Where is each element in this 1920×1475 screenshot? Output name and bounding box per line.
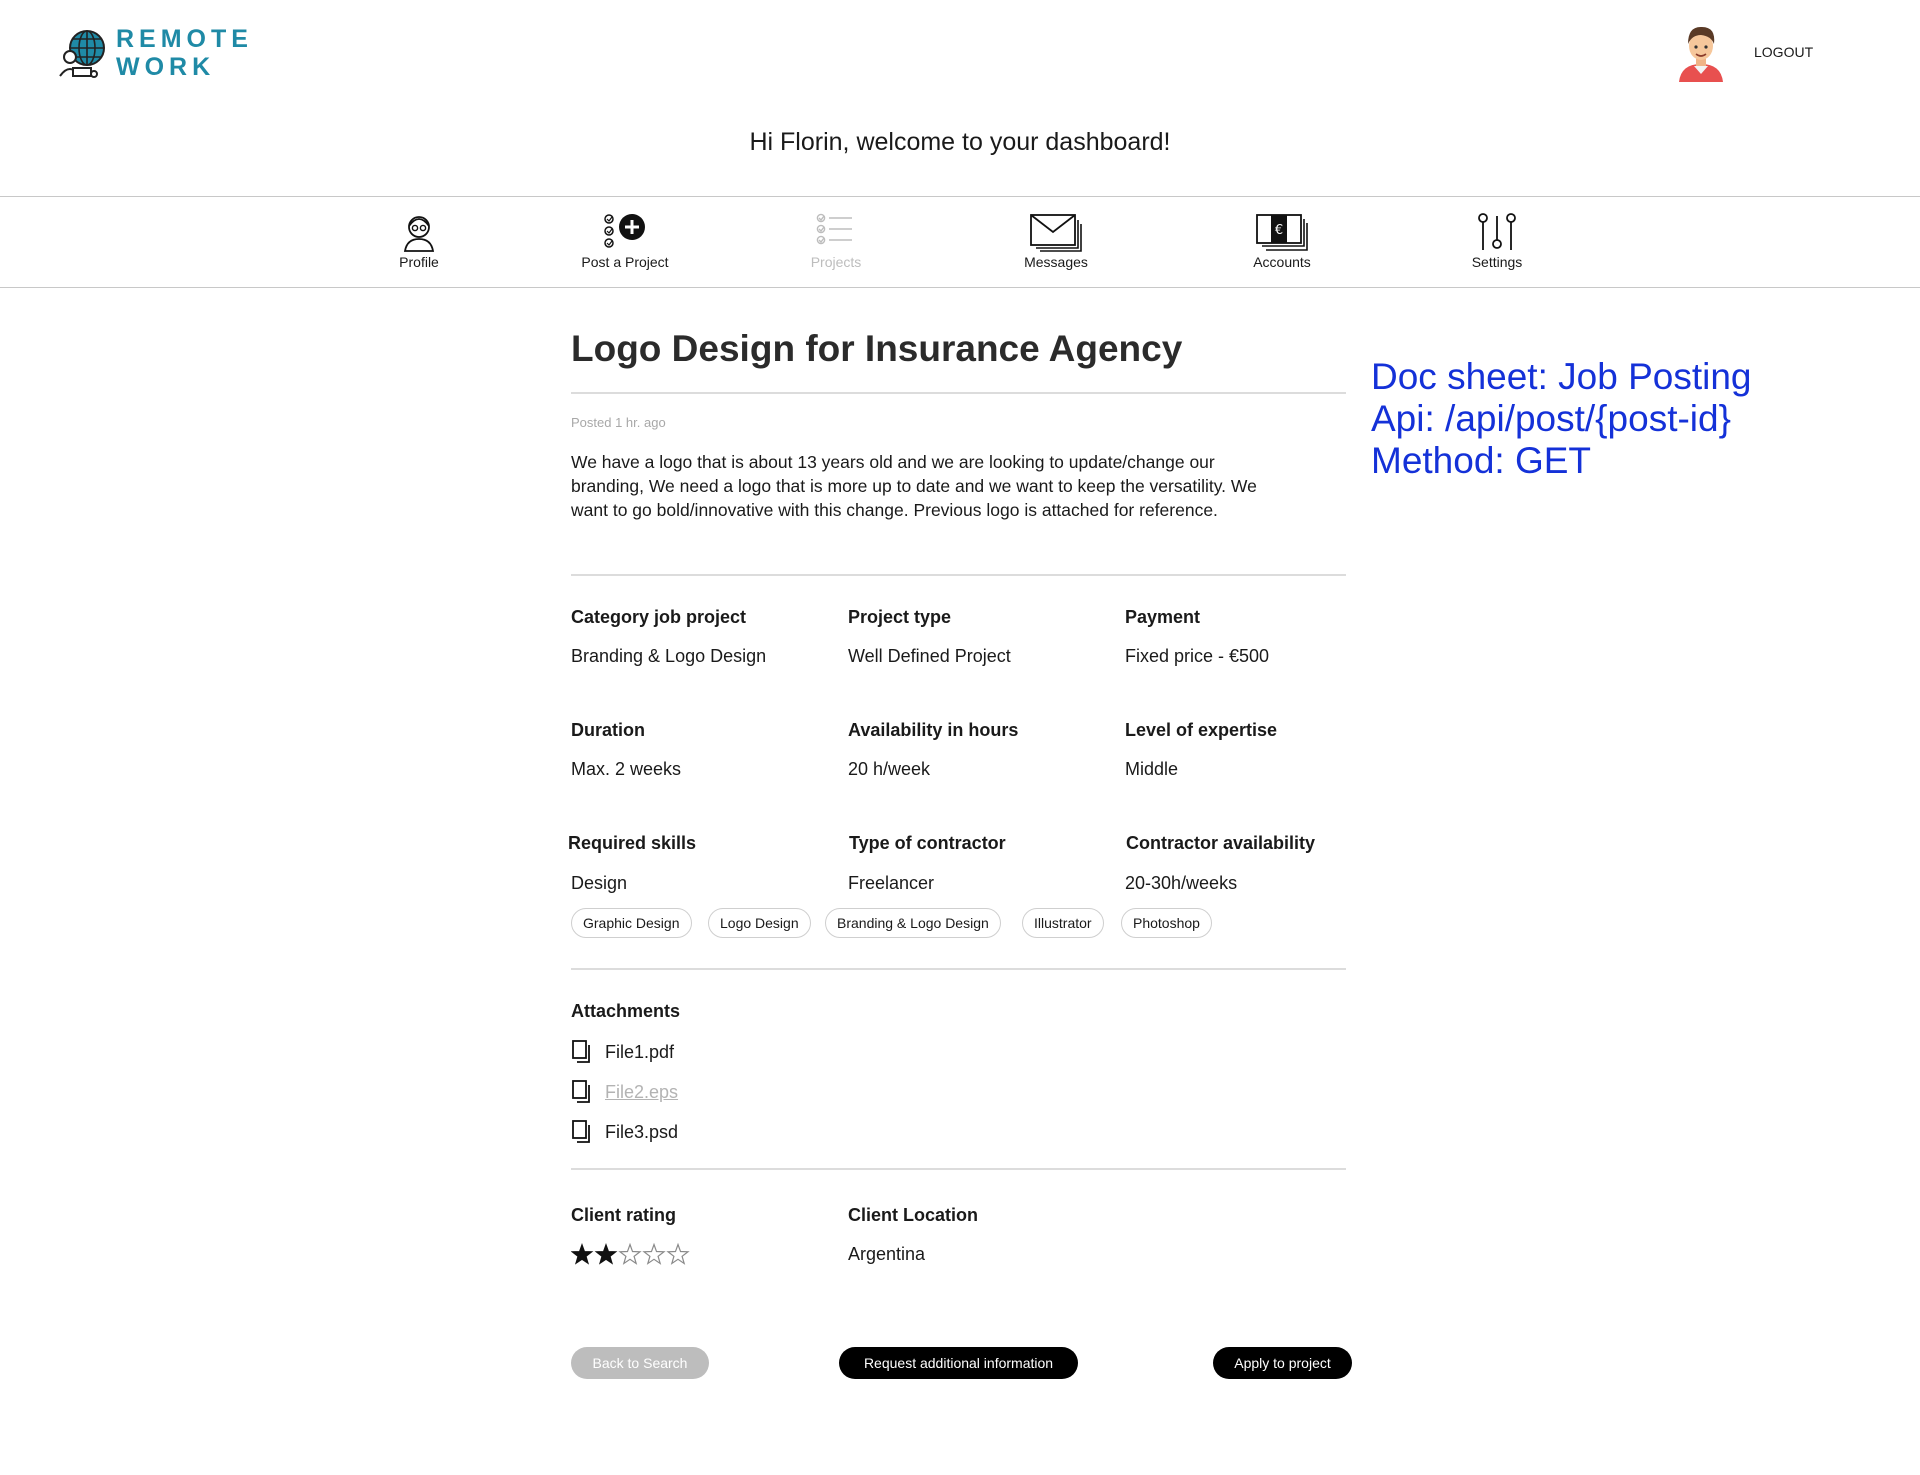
expertise-value: Middle: [1125, 759, 1179, 779]
file-icon: [572, 1080, 590, 1103]
star-icon-filled: [594, 1243, 618, 1265]
contractor-availability-label: Contractor availability: [1126, 833, 1316, 853]
messages-icon: [1030, 214, 1082, 252]
attachment-filename[interactable]: File2.eps: [605, 1080, 678, 1104]
star-icon-filled: [571, 1243, 594, 1265]
star-icon-empty: [666, 1242, 690, 1265]
logo-line-1: REMOTE: [116, 25, 253, 53]
profile-icon: [403, 216, 435, 252]
welcome-message: Hi Florin, welcome to your dashboard!: [749, 128, 1171, 156]
nav-label-profile: Profile: [399, 254, 439, 270]
client-location-label: Client Location: [848, 1205, 978, 1225]
doc-note-sheet: Doc sheet: Job Posting: [1371, 356, 1752, 397]
contractor-availability-value: 20-30h/weeks: [1125, 873, 1238, 893]
logo-line-2: WORK: [116, 53, 216, 81]
nav-label-accounts: Accounts: [1253, 254, 1311, 270]
attachments-label: Attachments: [571, 1001, 681, 1021]
duration-label: Duration: [571, 720, 645, 740]
nav-divider-top: [0, 196, 1920, 197]
star-icon-empty: [642, 1242, 666, 1265]
nav-item-accounts[interactable]: € Accounts: [1212, 212, 1352, 270]
doc-note-api: Api: /api/post/{post-id}: [1371, 398, 1731, 439]
required-skills-value: Design: [571, 873, 628, 893]
payment-value: Fixed price - €500: [1125, 646, 1270, 666]
skill-tag[interactable]: Graphic Design: [571, 908, 692, 938]
job-description: We have a logo that is about 13 years ol…: [571, 452, 1257, 520]
attachment-filename[interactable]: File1.pdf: [605, 1040, 674, 1064]
contractor-type-value: Freelancer: [848, 873, 935, 893]
attachment-item[interactable]: File2.eps: [571, 1080, 771, 1106]
contractor-type-label: Type of contractor: [849, 833, 1006, 853]
divider: [571, 574, 1346, 576]
attachment-filename[interactable]: File3.psd: [605, 1120, 678, 1144]
nav-label-settings: Settings: [1471, 254, 1523, 270]
file-icon: [572, 1120, 590, 1143]
accounts-icon: €: [1256, 214, 1308, 251]
duration-value: Max. 2 weeks: [571, 759, 682, 779]
availability-value: 20 h/week: [848, 759, 931, 779]
category-value: Branding & Logo Design: [571, 646, 767, 666]
request-info-button[interactable]: Request additional information: [839, 1347, 1078, 1379]
job-title: Logo Design for Insurance Agency: [571, 328, 1183, 369]
expertise-label: Level of expertise: [1125, 720, 1278, 740]
post-project-icon: [604, 214, 645, 248]
avatar[interactable]: [1676, 22, 1726, 82]
apply-button[interactable]: Apply to project: [1213, 1347, 1352, 1379]
category-label: Category job project: [571, 607, 747, 627]
projects-icon: [816, 213, 852, 245]
file-icon: [572, 1040, 590, 1063]
client-location-value: Argentina: [848, 1244, 926, 1264]
payment-label: Payment: [1125, 607, 1201, 627]
back-to-search-button[interactable]: Back to Search: [571, 1347, 709, 1379]
star-icon-empty: [618, 1242, 642, 1265]
availability-label: Availability in hours: [848, 720, 1019, 740]
required-skills-label: Required skills: [568, 833, 697, 853]
logo-wordmark[interactable]: REMOTE WORK: [116, 25, 253, 81]
posted-time: Posted 1 hr. ago: [571, 415, 666, 430]
nav-label-post-project: Post a Project: [581, 254, 669, 270]
nav-label-messages: Messages: [1024, 254, 1088, 270]
nav-item-messages[interactable]: Messages: [986, 212, 1126, 270]
skill-tag[interactable]: Branding & Logo Design: [825, 908, 1001, 938]
attachment-item[interactable]: File1.pdf: [571, 1040, 771, 1066]
project-type-label: Project type: [848, 607, 952, 627]
client-rating-stars: [571, 1242, 690, 1265]
globe-person-icon: [59, 30, 105, 78]
doc-note-method: Method: GET: [1371, 440, 1592, 481]
svg-text:€: €: [1275, 223, 1283, 238]
divider: [571, 1168, 1346, 1170]
doc-note: Doc sheet: Job Posting Api: /api/post/{p…: [1371, 356, 1752, 482]
nav-label-projects: Projects: [810, 254, 862, 270]
attachment-item[interactable]: File3.psd: [571, 1120, 771, 1146]
nav-item-settings[interactable]: Settings: [1427, 212, 1567, 270]
nav-item-profile[interactable]: Profile: [349, 212, 489, 270]
nav-item-post-project[interactable]: Post a Project: [555, 212, 695, 270]
skill-tag[interactable]: Logo Design: [708, 908, 811, 938]
nav-divider-bottom: [0, 287, 1920, 288]
divider: [571, 968, 1346, 970]
settings-icon: [1478, 213, 1516, 250]
divider: [571, 392, 1346, 394]
nav-item-projects[interactable]: Projects: [766, 212, 906, 270]
skill-tag[interactable]: Photoshop: [1121, 908, 1212, 938]
skill-tag[interactable]: Illustrator: [1022, 908, 1104, 938]
project-type-value: Well Defined Project: [848, 646, 1011, 666]
logout-link[interactable]: LOGOUT: [1754, 44, 1813, 60]
client-rating-label: Client rating: [571, 1205, 677, 1225]
